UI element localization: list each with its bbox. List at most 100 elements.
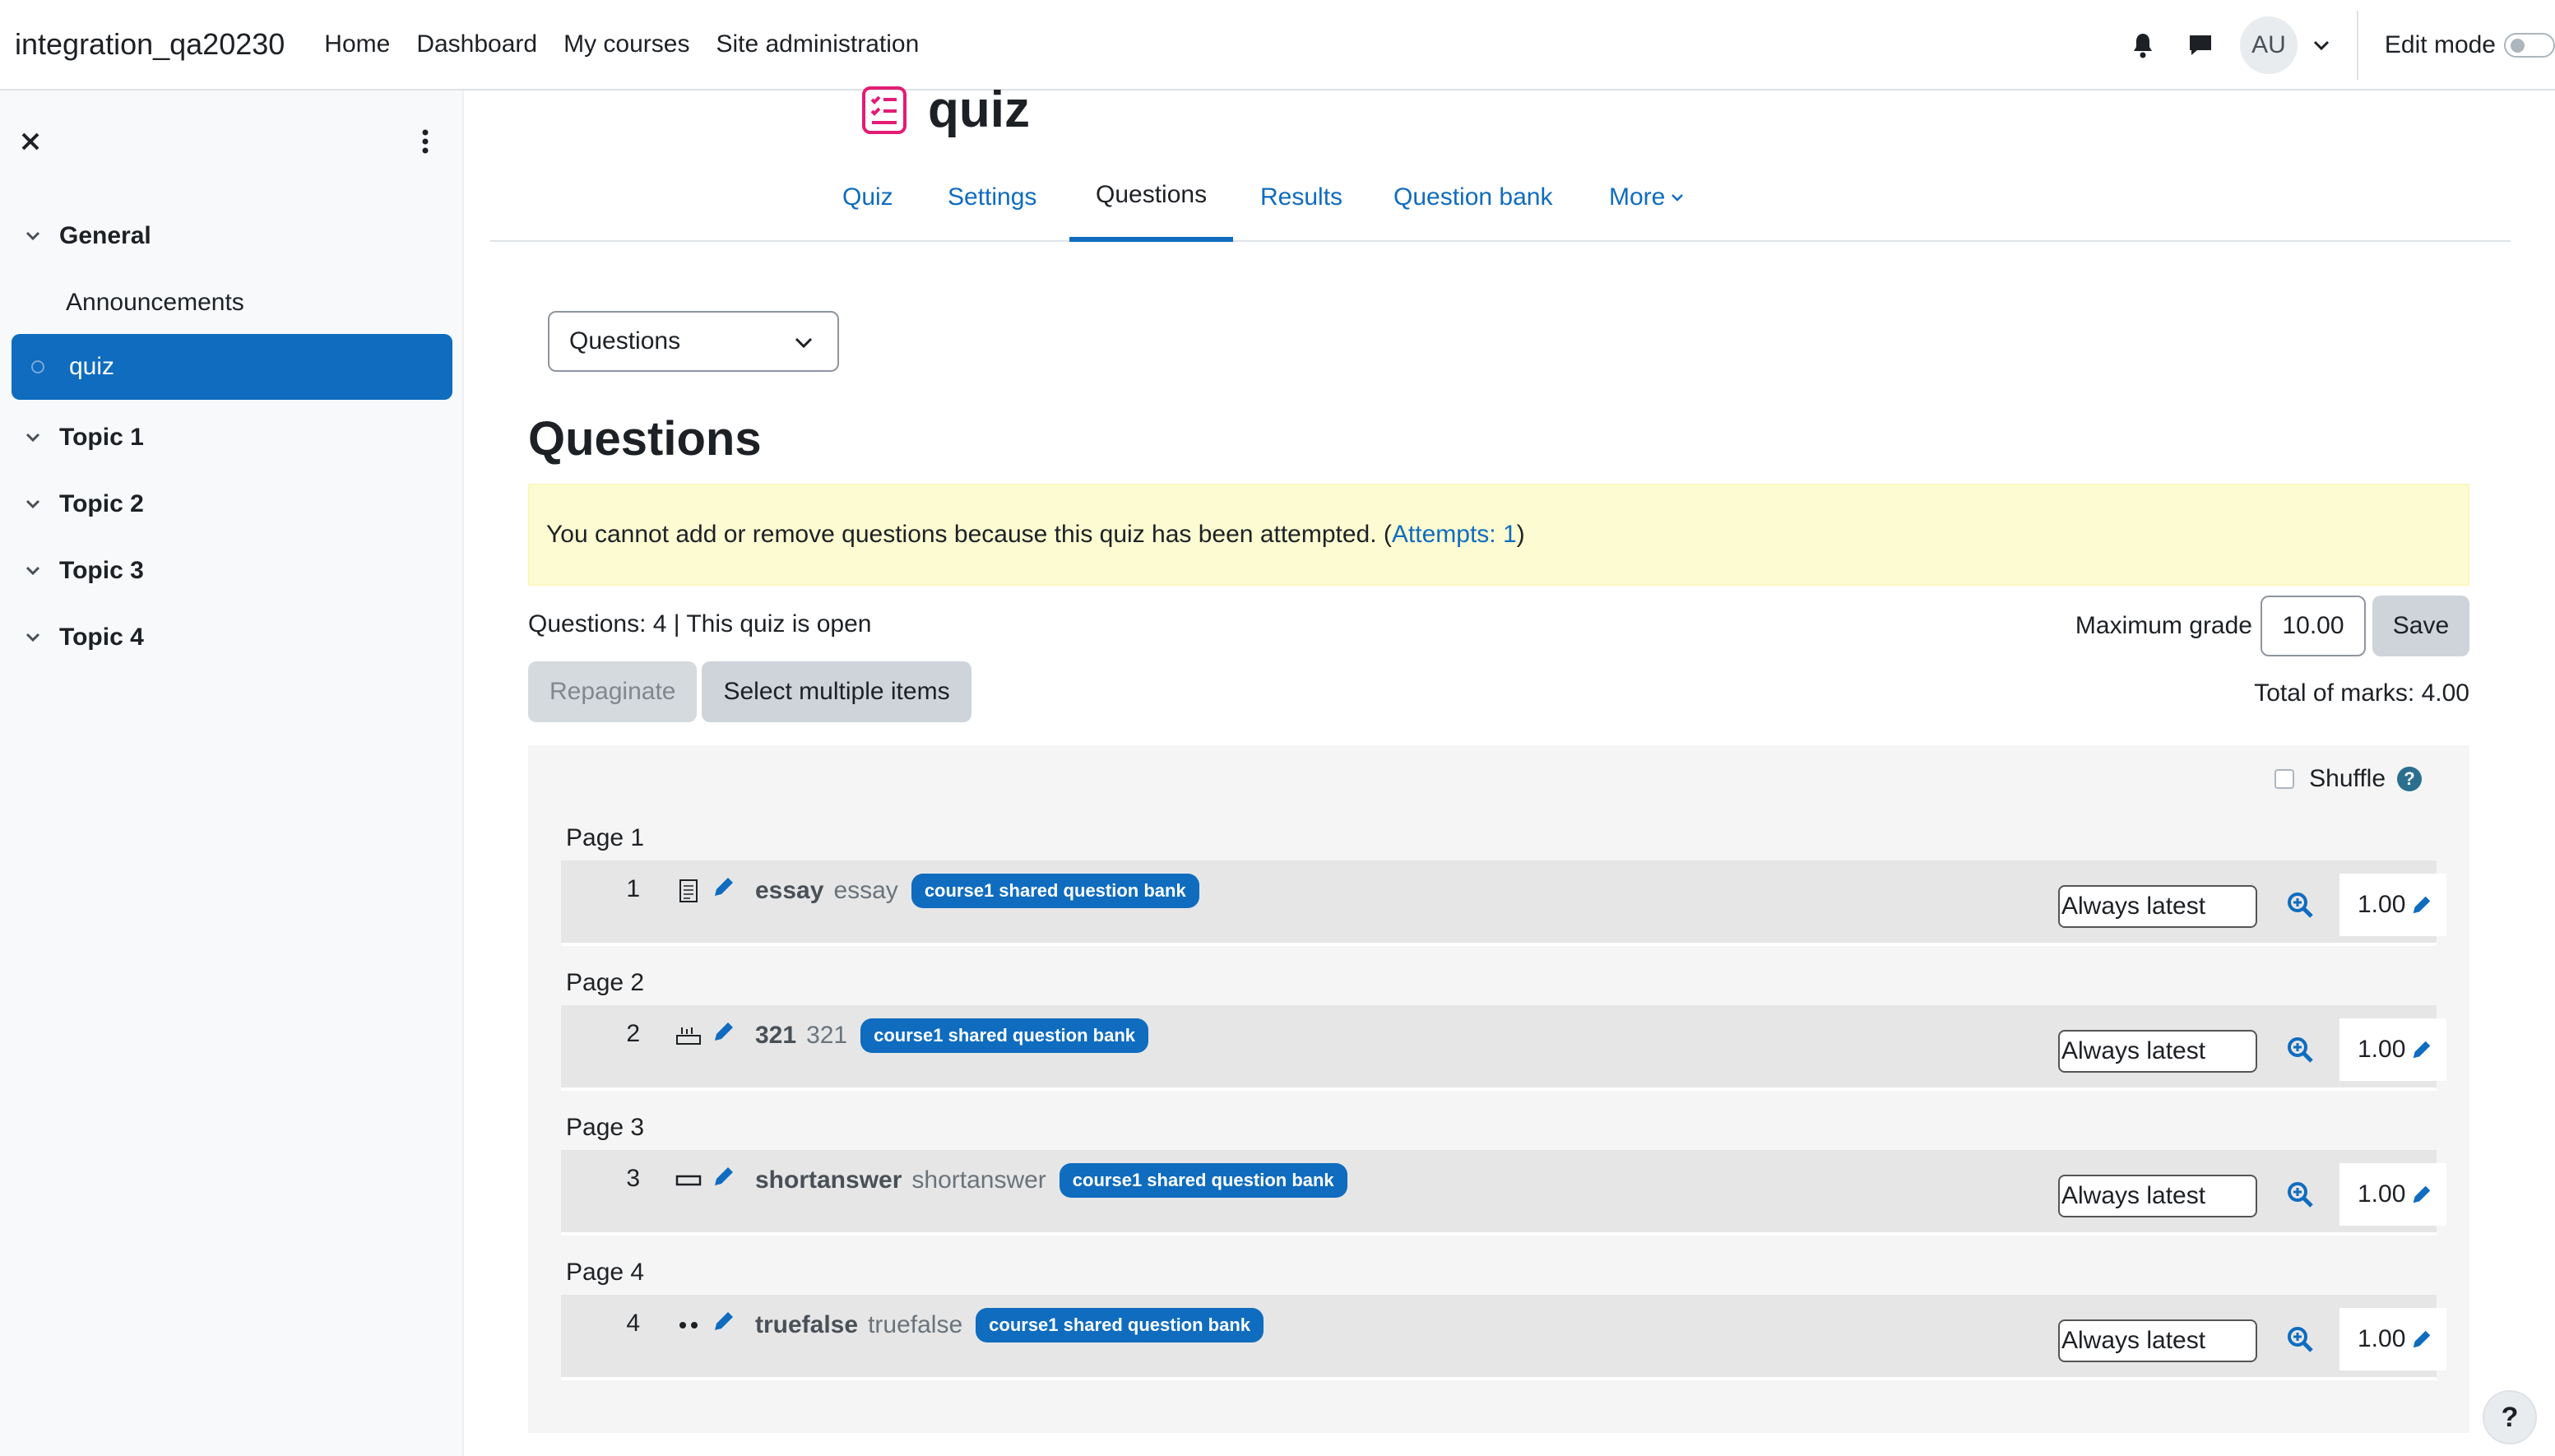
save-button[interactable]: Save <box>2372 596 2469 656</box>
zoom-in-icon[interactable] <box>2285 890 2315 920</box>
question-bank-badge: course1 shared question bank <box>1059 1163 1347 1198</box>
question-name[interactable]: 321 321 course1 shared question bank <box>755 1018 1148 1053</box>
course-index-drawer: General Announcements quiz Topic 1 Topic… <box>0 90 464 1456</box>
quiz-icon <box>862 86 907 134</box>
version-select[interactable]: Always latest <box>2058 1319 2257 1362</box>
question-text: 321 <box>806 1022 848 1049</box>
select-multiple-button[interactable]: Select multiple items <box>702 661 971 722</box>
chevron-down-icon[interactable] <box>23 494 43 514</box>
quiz-status-line: Questions: 4 | This quiz is open <box>528 610 872 638</box>
chevron-down-icon <box>1672 194 1684 202</box>
question-title: 321 <box>755 1022 797 1049</box>
mark-box[interactable]: 1.00 <box>2339 1308 2446 1370</box>
help-icon[interactable]: ? <box>2397 767 2422 791</box>
pencil-icon[interactable] <box>709 1306 739 1336</box>
course-section-topic-3[interactable]: Topic 3 <box>23 550 144 591</box>
pencil-icon[interactable] <box>709 1162 739 1191</box>
pencil-icon[interactable] <box>2409 1326 2435 1352</box>
question-bank-badge: course1 shared question bank <box>860 1018 1148 1053</box>
item-label: Announcements <box>66 289 244 316</box>
zoom-in-icon[interactable] <box>2285 1324 2315 1354</box>
mark-value: 1.00 <box>2358 1180 2406 1208</box>
course-item-announcements[interactable]: Announcements <box>66 282 244 323</box>
chevron-down-icon[interactable] <box>23 561 43 581</box>
chat-icon[interactable] <box>2182 27 2219 63</box>
alert-text: You cannot add or remove questions becau… <box>546 521 1392 548</box>
shuffle-checkbox[interactable] <box>2274 769 2295 789</box>
numerical-icon <box>675 1022 703 1050</box>
site-name[interactable]: integration_qa20230 <box>15 27 285 62</box>
slot-number: 4 <box>626 1310 640 1337</box>
pencil-icon[interactable] <box>2409 1181 2435 1208</box>
zoom-in-icon[interactable] <box>2285 1180 2315 1209</box>
nav-dashboard-link[interactable]: Dashboard <box>416 30 537 58</box>
activity-title: quiz <box>928 81 1030 138</box>
chevron-down-icon[interactable] <box>23 628 43 647</box>
course-section-topic-4[interactable]: Topic 4 <box>23 617 144 658</box>
chevron-down-icon[interactable] <box>2309 33 2334 58</box>
question-bank-badge: course1 shared question bank <box>976 1308 1264 1342</box>
question-slot: 1 essay essay course1 shared question ba… <box>561 860 2446 946</box>
page-label: Page 4 <box>566 1259 645 1286</box>
question-text: truefalse <box>868 1311 963 1338</box>
section-label: Topic 2 <box>59 490 144 517</box>
avatar[interactable]: AU <box>2239 16 2298 74</box>
version-select[interactable]: Always latest <box>2058 1175 2257 1217</box>
top-navbar: integration_qa20230 Home Dashboard My co… <box>0 0 2555 90</box>
kebab-menu-icon[interactable] <box>415 125 435 158</box>
tab-settings[interactable]: Settings <box>948 153 1036 242</box>
mark-value: 1.00 <box>2358 1325 2406 1352</box>
chevron-down-icon[interactable] <box>23 428 43 447</box>
repaginate-button[interactable]: Repaginate <box>528 661 698 722</box>
tab-quiz[interactable]: Quiz <box>842 153 893 242</box>
nav-my-courses-link[interactable]: My courses <box>563 30 689 58</box>
close-icon[interactable] <box>16 128 44 155</box>
zoom-in-icon[interactable] <box>2285 1035 2315 1064</box>
section-label: Topic 3 <box>59 557 144 584</box>
question-name[interactable]: shortanswer shortanswer course1 shared q… <box>755 1163 1347 1198</box>
question-name[interactable]: essay essay course1 shared question bank <box>755 874 1199 908</box>
mark-value: 1.00 <box>2358 891 2406 918</box>
pencil-icon[interactable] <box>709 1017 739 1046</box>
bell-icon[interactable] <box>2125 27 2161 63</box>
questions-select[interactable]: Questions <box>548 311 839 372</box>
attempted-warning-alert: You cannot add or remove questions becau… <box>528 484 2469 586</box>
course-section-general[interactable]: General <box>23 216 151 257</box>
attempts-link[interactable]: Attempts: 1 <box>1392 521 1517 549</box>
pencil-icon[interactable] <box>2409 892 2435 918</box>
question-slot: 2 321 321 course1 shared question bank A… <box>561 1005 2446 1091</box>
total-marks: Total of marks: 4.00 <box>2254 679 2469 707</box>
help-button[interactable]: ? <box>2483 1390 2537 1444</box>
page-label: Page 1 <box>566 824 645 851</box>
pencil-icon[interactable] <box>2409 1036 2435 1063</box>
maximum-grade-input[interactable]: 10.00 <box>2261 596 2366 656</box>
nav-home-link[interactable]: Home <box>324 30 390 58</box>
mark-box[interactable]: 1.00 <box>2339 1018 2446 1081</box>
pencil-icon[interactable] <box>709 872 739 902</box>
shuffle-label: Shuffle <box>2309 765 2386 792</box>
mark-box[interactable]: 1.00 <box>2339 1163 2446 1226</box>
tab-questions[interactable]: Questions <box>1069 153 1234 242</box>
course-item-quiz[interactable]: quiz <box>12 334 452 400</box>
nav-site-administration-link[interactable]: Site administration <box>716 30 919 58</box>
course-section-topic-2[interactable]: Topic 2 <box>23 484 144 525</box>
maximum-grade-label: Maximum grade <box>2075 612 2252 639</box>
page-label: Page 2 <box>566 969 645 996</box>
essay-icon <box>675 877 703 905</box>
tab-results[interactable]: Results <box>1260 153 1342 242</box>
version-select[interactable]: Always latest <box>2058 885 2257 928</box>
question-name[interactable]: truefalse truefalse course1 shared quest… <box>755 1308 1264 1342</box>
mark-box[interactable]: 1.00 <box>2339 874 2446 936</box>
truefalse-icon <box>675 1311 703 1339</box>
question-text: shortanswer <box>911 1166 1046 1194</box>
version-select[interactable]: Always latest <box>2058 1030 2257 1073</box>
course-section-topic-1[interactable]: Topic 1 <box>23 417 144 458</box>
tab-question-bank[interactable]: Question bank <box>1393 153 1552 242</box>
main-content: quiz Quiz Settings Questions Results Que… <box>490 81 2511 1456</box>
edit-mode-toggle[interactable] <box>2504 33 2555 58</box>
navbar-actions: AU Edit mode <box>2125 0 2555 90</box>
tab-more[interactable]: More <box>1609 153 1685 242</box>
chevron-down-icon[interactable] <box>23 226 43 246</box>
tab-more-label: More <box>1609 183 1666 211</box>
shortanswer-icon <box>675 1166 703 1194</box>
